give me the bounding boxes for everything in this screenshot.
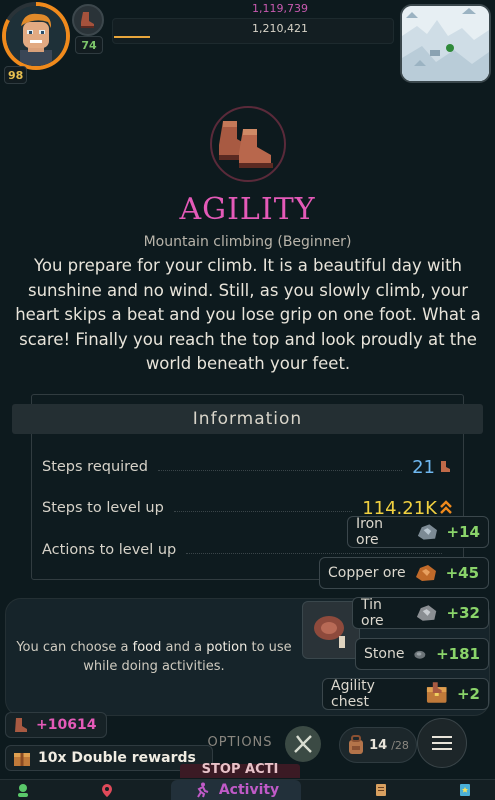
info-value: 21 xyxy=(412,457,452,478)
info-row-steps-required: Steps required 21 xyxy=(42,457,452,478)
boot-bonus-value: +10614 xyxy=(36,717,97,733)
nav-activity-label: Activity xyxy=(218,782,280,798)
dotted-leader xyxy=(157,469,403,471)
skill-title: AGILITY xyxy=(179,192,316,227)
nav-activity[interactable]: Activity xyxy=(171,780,301,800)
loot-toast-copper-ore: Copper ore +45 xyxy=(319,557,489,589)
stone-icon xyxy=(414,650,426,659)
nav-map[interactable] xyxy=(92,780,122,800)
food-word: food xyxy=(132,640,162,655)
pliers-icon xyxy=(294,735,312,753)
loot-toast-stone: Stone +181 xyxy=(355,638,489,670)
activity-subtitle: Mountain climbing (Beginner) xyxy=(143,234,352,250)
scroll-icon xyxy=(376,784,386,796)
character-level-badge: 98 xyxy=(4,66,28,84)
xp-current: 1,119,739 xyxy=(252,2,308,15)
tool-button[interactable] xyxy=(285,726,321,762)
double-rewards-label: 10x Double rewards xyxy=(38,750,196,766)
boot-bonus-badge: +10614 xyxy=(5,712,107,738)
loot-name: Iron ore xyxy=(356,516,384,548)
map-pin-icon xyxy=(102,784,112,797)
skill-badge[interactable] xyxy=(72,4,104,36)
card-icon xyxy=(460,784,470,796)
player-marker-icon xyxy=(446,44,454,52)
character-avatar[interactable] xyxy=(2,2,70,70)
avatar-portrait xyxy=(6,6,66,66)
loot-name: Stone xyxy=(364,646,405,662)
inventory-count: 14 xyxy=(369,737,388,753)
backpack-icon xyxy=(349,735,364,754)
agility-chest-icon xyxy=(426,682,447,703)
loot-name: Tin ore xyxy=(361,597,384,629)
agility-boots-icon xyxy=(219,121,273,168)
boot-icon xyxy=(81,12,94,28)
options-label[interactable]: OPTIONS xyxy=(180,735,300,750)
dotted-leader xyxy=(186,552,442,554)
loot-toast-tin-ore: Tin ore +32 xyxy=(352,597,489,629)
nav-character[interactable] xyxy=(8,780,38,800)
potion-word: potion xyxy=(206,640,248,655)
skill-icon-frame xyxy=(210,106,286,182)
stop-activity-label: STOP ACTI xyxy=(201,762,279,777)
loot-amount: +2 xyxy=(456,685,480,703)
person-icon xyxy=(18,784,28,797)
loot-amount: +181 xyxy=(436,645,480,663)
info-label: Steps required xyxy=(42,459,148,475)
steps-required-value: 21 xyxy=(412,456,435,478)
loot-toast-agility-chest: Agility chest +2 xyxy=(322,678,489,710)
xp-bar-fill xyxy=(114,36,150,38)
hint-text: You can choose a xyxy=(16,640,133,655)
loot-name: Agility chest xyxy=(331,678,375,710)
loot-amount: +45 xyxy=(445,564,480,582)
info-row-steps-to-level: Steps to level up 114.21K xyxy=(42,498,452,519)
gift-box-icon xyxy=(14,753,30,766)
info-label: Steps to level up xyxy=(42,500,164,516)
loot-toast-iron-ore: Iron ore +14 xyxy=(347,516,489,548)
consumables-hint: You can choose a food and a potion to us… xyxy=(14,638,294,676)
boot-icon xyxy=(441,461,450,472)
tin-ore-icon xyxy=(417,605,437,621)
hint-text: and a xyxy=(161,640,207,655)
information-header: Information xyxy=(12,404,483,434)
loot-amount: +32 xyxy=(446,604,480,622)
menu-button[interactable] xyxy=(417,718,467,768)
meat-icon xyxy=(314,616,345,648)
dotted-leader xyxy=(173,510,353,512)
boot-icon xyxy=(15,718,27,732)
level-up-chevrons-icon xyxy=(440,500,452,514)
minimap[interactable] xyxy=(400,4,491,83)
info-label: Actions to level up xyxy=(42,542,177,558)
running-icon xyxy=(196,782,209,798)
inventory-button[interactable]: 14/28 xyxy=(339,727,417,763)
loot-name: Copper ore xyxy=(328,565,406,581)
nav-quests[interactable] xyxy=(366,780,396,800)
nav-cards[interactable] xyxy=(450,780,480,800)
xp-next-level: 1,210,421 xyxy=(252,22,308,35)
skill-level-badge: 74 xyxy=(75,36,103,54)
inventory-capacity: /28 xyxy=(391,738,409,752)
activity-description: You prepare for your climb. It is a beau… xyxy=(15,256,481,373)
loot-amount: +14 xyxy=(446,523,480,541)
copper-ore-icon xyxy=(415,565,436,581)
hamburger-menu-icon xyxy=(432,736,452,750)
iron-ore-icon xyxy=(417,524,437,540)
